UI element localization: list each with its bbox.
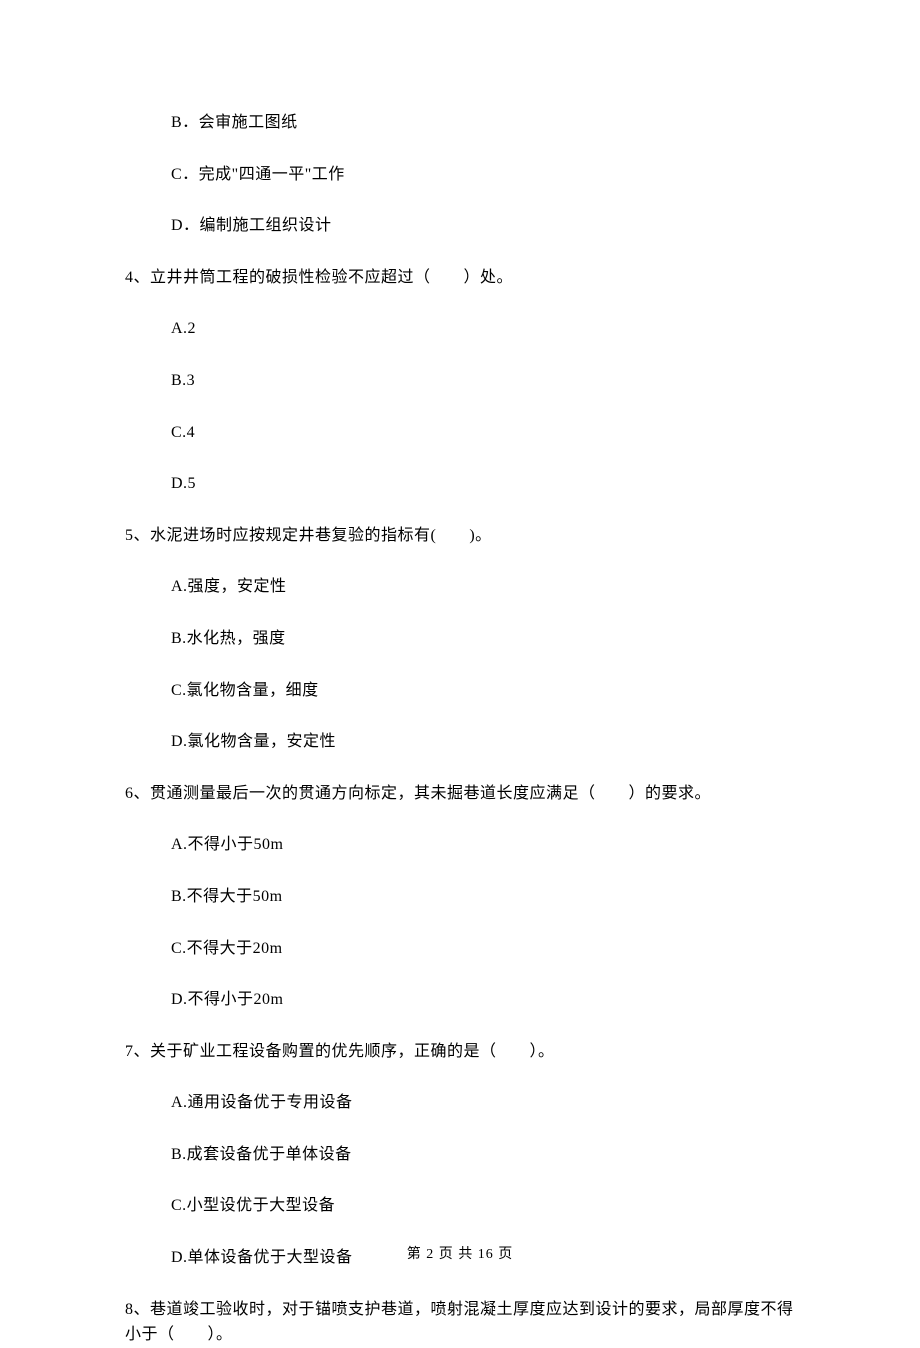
q4-option-b: B.3 bbox=[125, 368, 795, 394]
q5-option-a: A.强度，安定性 bbox=[125, 574, 795, 600]
q6-stem: 6、贯通测量最后一次的贯通方向标定，其未掘巷道长度应满足（ ）的要求。 bbox=[125, 781, 795, 807]
q5-stem: 5、水泥进场时应按规定井巷复验的指标有( )。 bbox=[125, 523, 795, 549]
q7-option-c: C.小型设优于大型设备 bbox=[125, 1193, 795, 1219]
q4-option-a: A.2 bbox=[125, 316, 795, 342]
q3-option-d: D．编制施工组织设计 bbox=[125, 213, 795, 239]
q4-stem: 4、立井井筒工程的破损性检验不应超过（ ）处。 bbox=[125, 265, 795, 291]
q6-option-d: D.不得小于20m bbox=[125, 987, 795, 1013]
q8-stem: 8、巷道竣工验收时，对于锚喷支护巷道，喷射混凝土厚度应达到设计的要求，局部厚度不… bbox=[125, 1297, 795, 1348]
q7-option-a: A.通用设备优于专用设备 bbox=[125, 1090, 795, 1116]
q5-option-b: B.水化热，强度 bbox=[125, 626, 795, 652]
q4-option-c: C.4 bbox=[125, 420, 795, 446]
q7-stem: 7、关于矿业工程设备购置的优先顺序，正确的是（ ）。 bbox=[125, 1039, 795, 1065]
q6-option-c: C.不得大于20m bbox=[125, 936, 795, 962]
q3-option-b: B．会审施工图纸 bbox=[125, 110, 795, 136]
q5-option-d: D.氯化物含量，安定性 bbox=[125, 729, 795, 755]
q7-option-b: B.成套设备优于单体设备 bbox=[125, 1142, 795, 1168]
q5-option-c: C.氯化物含量，细度 bbox=[125, 678, 795, 704]
q3-option-c: C．完成"四通一平"工作 bbox=[125, 162, 795, 188]
q4-option-d: D.5 bbox=[125, 471, 795, 497]
q6-option-b: B.不得大于50m bbox=[125, 884, 795, 910]
q6-option-a: A.不得小于50m bbox=[125, 832, 795, 858]
page-footer: 第 2 页 共 16 页 bbox=[0, 1244, 920, 1266]
